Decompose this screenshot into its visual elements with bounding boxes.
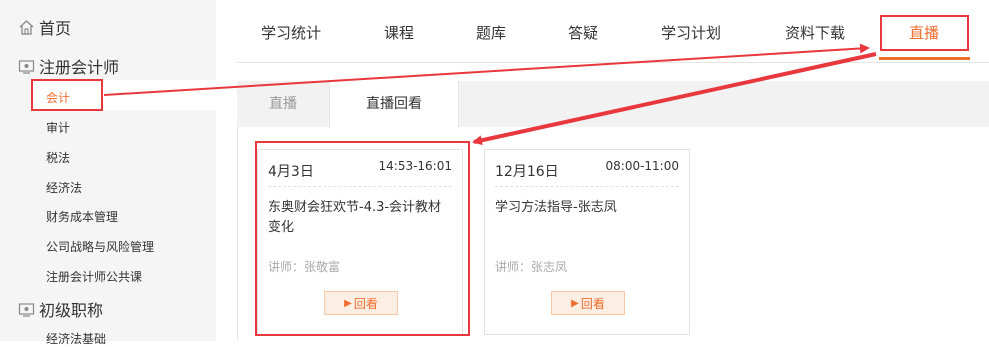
card-teacher: 讲师：张志凤 xyxy=(495,260,568,274)
card-date: 12月16日 xyxy=(495,164,559,180)
subtab-live-replay[interactable]: 直播回看 xyxy=(329,81,459,128)
home-icon xyxy=(19,19,34,35)
tab-qa[interactable]: 答疑 xyxy=(568,22,598,43)
tab-downloads[interactable]: 资料下载 xyxy=(785,22,845,43)
annotation-box-live-tab xyxy=(880,15,969,51)
sidebar-item-tax-law[interactable]: 税法 xyxy=(46,149,70,166)
live-card: 12月16日 08:00-11:00 学习方法指导-张志凤 讲师：张志凤 ▶ 回… xyxy=(484,149,690,335)
subtab-live[interactable]: 直播 xyxy=(237,81,329,127)
sidebar-section-label: 初级职称 xyxy=(39,301,104,320)
replay-button-label: 回看 xyxy=(580,296,605,311)
play-icon: ▶ xyxy=(571,297,579,309)
sidebar-item-economic-law-basics[interactable]: 经济法基础 xyxy=(46,330,106,347)
annotation-box-accounting xyxy=(31,79,103,111)
sidebar-home-label: 首页 xyxy=(39,19,72,38)
content-border xyxy=(237,127,238,341)
tab-question-bank[interactable]: 题库 xyxy=(476,22,506,43)
sidebar-home[interactable]: 首页 xyxy=(18,15,71,39)
active-tab-underline xyxy=(879,57,970,60)
card-time: 08:00-11:00 xyxy=(605,159,680,173)
sidebar-item-audit[interactable]: 审计 xyxy=(46,119,70,136)
card-title[interactable]: 学习方法指导-张志凤 xyxy=(495,198,679,218)
sidebar-section-junior[interactable]: 初级职称 xyxy=(18,297,103,321)
monitor-icon xyxy=(18,59,35,74)
sidebar-item-strategy-risk[interactable]: 公司战略与风险管理 xyxy=(46,238,154,255)
sidebar-section-cpa[interactable]: 注册会计师 xyxy=(18,54,119,78)
sidebar-item-economic-law[interactable]: 经济法 xyxy=(46,179,82,196)
replay-button[interactable]: ▶ 回看 xyxy=(551,291,625,315)
top-nav xyxy=(237,0,989,63)
card-divider xyxy=(495,186,679,187)
sidebar-item-cpa-public-course[interactable]: 注册会计师公共课 xyxy=(46,268,142,285)
tab-courses[interactable]: 课程 xyxy=(384,22,414,43)
annotation-box-card xyxy=(255,141,470,336)
monitor-icon xyxy=(18,302,35,317)
sidebar: 首页 注册会计师 会计 审计 税法 经济法 财务成本管理 公司战略与风险管理 注… xyxy=(0,0,216,346)
tab-study-plan[interactable]: 学习计划 xyxy=(661,22,721,43)
sidebar-section-label: 注册会计师 xyxy=(39,58,120,77)
sidebar-item-financial-cost-management[interactable]: 财务成本管理 xyxy=(46,208,118,225)
tab-study-stats[interactable]: 学习统计 xyxy=(261,22,321,43)
